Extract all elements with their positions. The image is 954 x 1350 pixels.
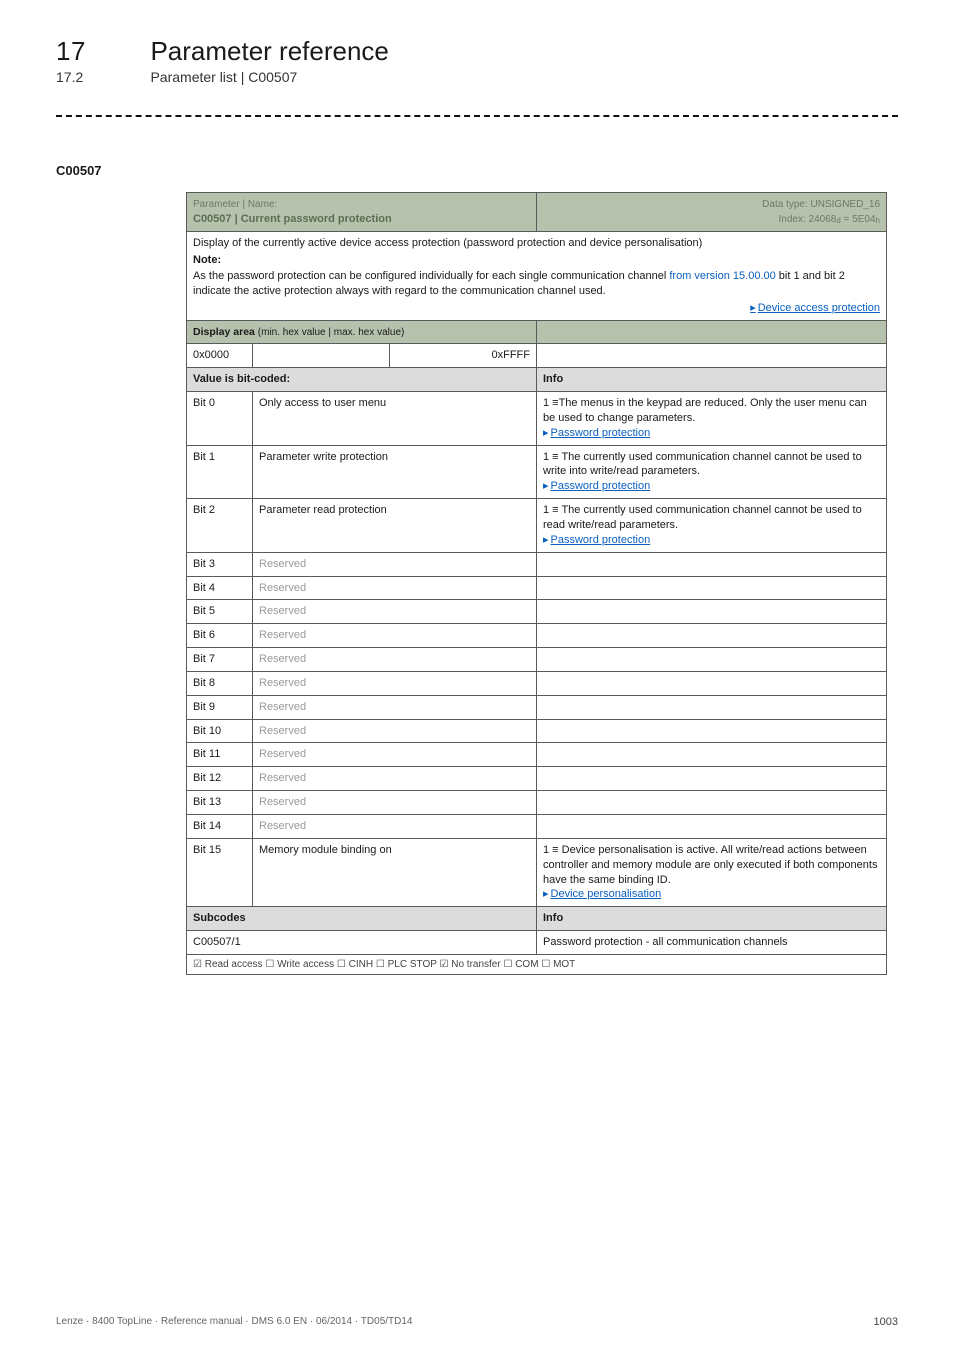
- footer-page-number: 1003: [874, 1316, 898, 1328]
- chapter-title: Parameter reference: [150, 36, 388, 67]
- bit-info: [537, 814, 887, 838]
- param-index: Index: 24068d = 5E04h: [779, 214, 881, 225]
- bit-label: Only access to user menu: [253, 392, 537, 446]
- bit-label: Memory module binding on: [253, 838, 537, 906]
- bit-label: Reserved: [253, 791, 537, 815]
- param-header-right: Data type: UNSIGNED_16 Index: 24068d = 5…: [537, 193, 887, 232]
- subcodes-info-header: Info: [537, 907, 887, 931]
- arrow-right-icon: ▸: [543, 888, 549, 900]
- bit-label: Reserved: [253, 719, 537, 743]
- bit-info: [537, 791, 887, 815]
- bit-info: 1 ≡ The currently used communication cha…: [537, 445, 887, 499]
- bit-label: Reserved: [253, 648, 537, 672]
- note-version-link[interactable]: from version 15.00.00: [669, 270, 775, 282]
- bit-label: Reserved: [253, 576, 537, 600]
- footer-left: Lenze · 8400 TopLine · Reference manual …: [56, 1316, 413, 1328]
- chapter-number: 17: [56, 36, 146, 67]
- bit-number: Bit 6: [187, 624, 253, 648]
- bit-info: [537, 743, 887, 767]
- bit-number: Bit 3: [187, 552, 253, 576]
- bit-info-link[interactable]: Password protection: [551, 534, 651, 546]
- page-footer: Lenze · 8400 TopLine · Reference manual …: [56, 1316, 898, 1328]
- bit-label: Reserved: [253, 600, 537, 624]
- hex-min: 0x0000: [187, 344, 253, 368]
- param-code-heading: C00507: [56, 163, 898, 178]
- bit-number: Bit 1: [187, 445, 253, 499]
- arrow-right-icon: ▸: [543, 534, 549, 546]
- bit-label: Reserved: [253, 624, 537, 648]
- arrow-right-icon: ▸: [750, 302, 756, 314]
- section-title: Parameter list | C00507: [150, 69, 297, 85]
- note-line1: Display of the currently active device a…: [193, 237, 702, 249]
- note-line2a: As the password protection can be config…: [193, 270, 669, 282]
- bit-info: [537, 552, 887, 576]
- parameter-table: Parameter | Name: C00507 | Current passw…: [186, 192, 887, 975]
- bit-info: [537, 576, 887, 600]
- hex-max: 0xFFFF: [390, 344, 537, 368]
- bit-label: Reserved: [253, 814, 537, 838]
- subcode-code: C00507/1: [187, 931, 537, 955]
- arrow-right-icon: ▸: [543, 480, 549, 492]
- bitcoded-label: Value is bit-coded:: [187, 368, 537, 392]
- note-block: Display of the currently active device a…: [187, 231, 887, 320]
- display-area-empty: [537, 320, 887, 344]
- bit-number: Bit 4: [187, 576, 253, 600]
- bit-label: Parameter read protection: [253, 499, 537, 553]
- arrow-right-icon: ▸: [543, 427, 549, 439]
- bit-number: Bit 15: [187, 838, 253, 906]
- bit-info: [537, 695, 887, 719]
- param-header-left: Parameter | Name: C00507 | Current passw…: [187, 193, 537, 232]
- bit-info-link[interactable]: Password protection: [551, 427, 651, 439]
- section-number: 17.2: [56, 69, 146, 85]
- bit-number: Bit 12: [187, 767, 253, 791]
- param-dtype: Data type: UNSIGNED_16: [762, 199, 880, 210]
- bit-info: [537, 767, 887, 791]
- bit-label: Reserved: [253, 767, 537, 791]
- bit-info-link[interactable]: Device personalisation: [551, 888, 662, 900]
- bit-number: Bit 5: [187, 600, 253, 624]
- bit-info: [537, 671, 887, 695]
- bit-number: Bit 13: [187, 791, 253, 815]
- device-access-protection-link[interactable]: ▸Device access protection: [193, 301, 880, 316]
- bit-number: Bit 7: [187, 648, 253, 672]
- chapter-line: 17 Parameter reference: [56, 36, 898, 67]
- bit-info: [537, 648, 887, 672]
- note-label: Note:: [193, 253, 880, 268]
- bit-number: Bit 8: [187, 671, 253, 695]
- param-label: Parameter | Name:: [193, 199, 277, 210]
- access-flags-row: ☑ Read access ☐ Write access ☐ CINH ☐ PL…: [187, 954, 887, 975]
- bit-label: Parameter write protection: [253, 445, 537, 499]
- bit-number: Bit 14: [187, 814, 253, 838]
- param-name: C00507 | Current password protection: [193, 213, 392, 225]
- hex-info-empty: [537, 344, 887, 368]
- bit-info: [537, 624, 887, 648]
- bit-info-link[interactable]: Password protection: [551, 480, 651, 492]
- bit-number: Bit 2: [187, 499, 253, 553]
- bit-info: 1 ≡The menus in the keypad are reduced. …: [537, 392, 887, 446]
- bit-label: Reserved: [253, 743, 537, 767]
- bit-info: 1 ≡ The currently used communication cha…: [537, 499, 887, 553]
- bit-number: Bit 9: [187, 695, 253, 719]
- section-line: 17.2 Parameter list | C00507: [56, 69, 898, 87]
- bit-number: Bit 0: [187, 392, 253, 446]
- bit-info: [537, 719, 887, 743]
- bit-label: Reserved: [253, 695, 537, 719]
- bit-label: Reserved: [253, 671, 537, 695]
- display-area-header: Display area (min. hex value | max. hex …: [187, 320, 537, 344]
- bit-number: Bit 10: [187, 719, 253, 743]
- bit-info: [537, 600, 887, 624]
- info-header: Info: [537, 368, 887, 392]
- hex-mid: [253, 344, 390, 368]
- subcode-desc: Password protection - all communication …: [537, 931, 887, 955]
- bit-number: Bit 11: [187, 743, 253, 767]
- subcodes-label: Subcodes: [187, 907, 537, 931]
- bit-info: 1 ≡ Device personalisation is active. Al…: [537, 838, 887, 906]
- separator: [56, 115, 898, 117]
- bit-label: Reserved: [253, 552, 537, 576]
